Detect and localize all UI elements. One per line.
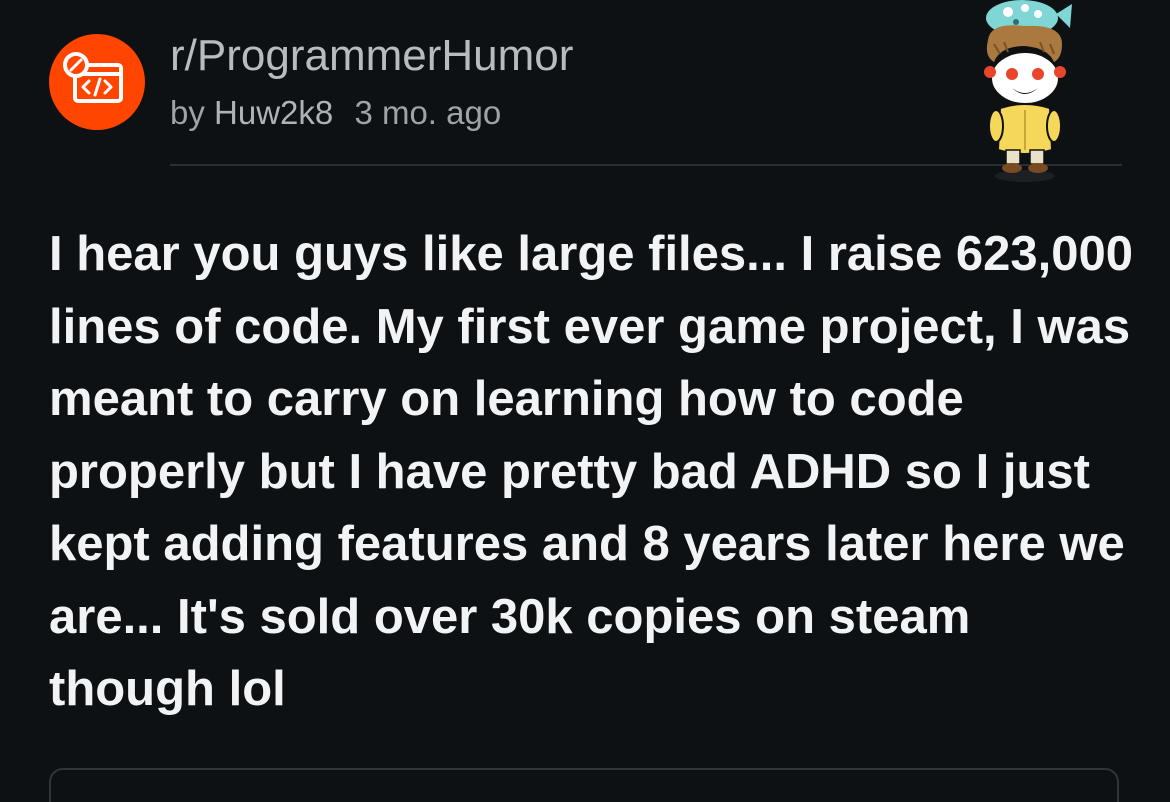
snoo-avatar-icon — [984, 0, 1072, 182]
code-icon — [63, 52, 123, 103]
subreddit-name[interactable]: r/ProgrammerHumor — [170, 30, 573, 82]
subreddit-icon[interactable] — [49, 34, 145, 130]
media-card[interactable] — [49, 768, 1119, 802]
post-header: r/ProgrammerHumor by Huw2k8 3 mo. ago — [0, 0, 1170, 182]
post-body-text: I hear you guys like large files... I ra… — [49, 227, 1134, 716]
author-prefix: by — [170, 94, 205, 131]
post-byline: by Huw2k8 3 mo. ago — [170, 92, 501, 134]
user-avatar[interactable] — [970, 0, 1080, 185]
post-age: 3 mo. ago — [354, 94, 502, 131]
author-link[interactable]: Huw2k8 — [214, 94, 333, 131]
